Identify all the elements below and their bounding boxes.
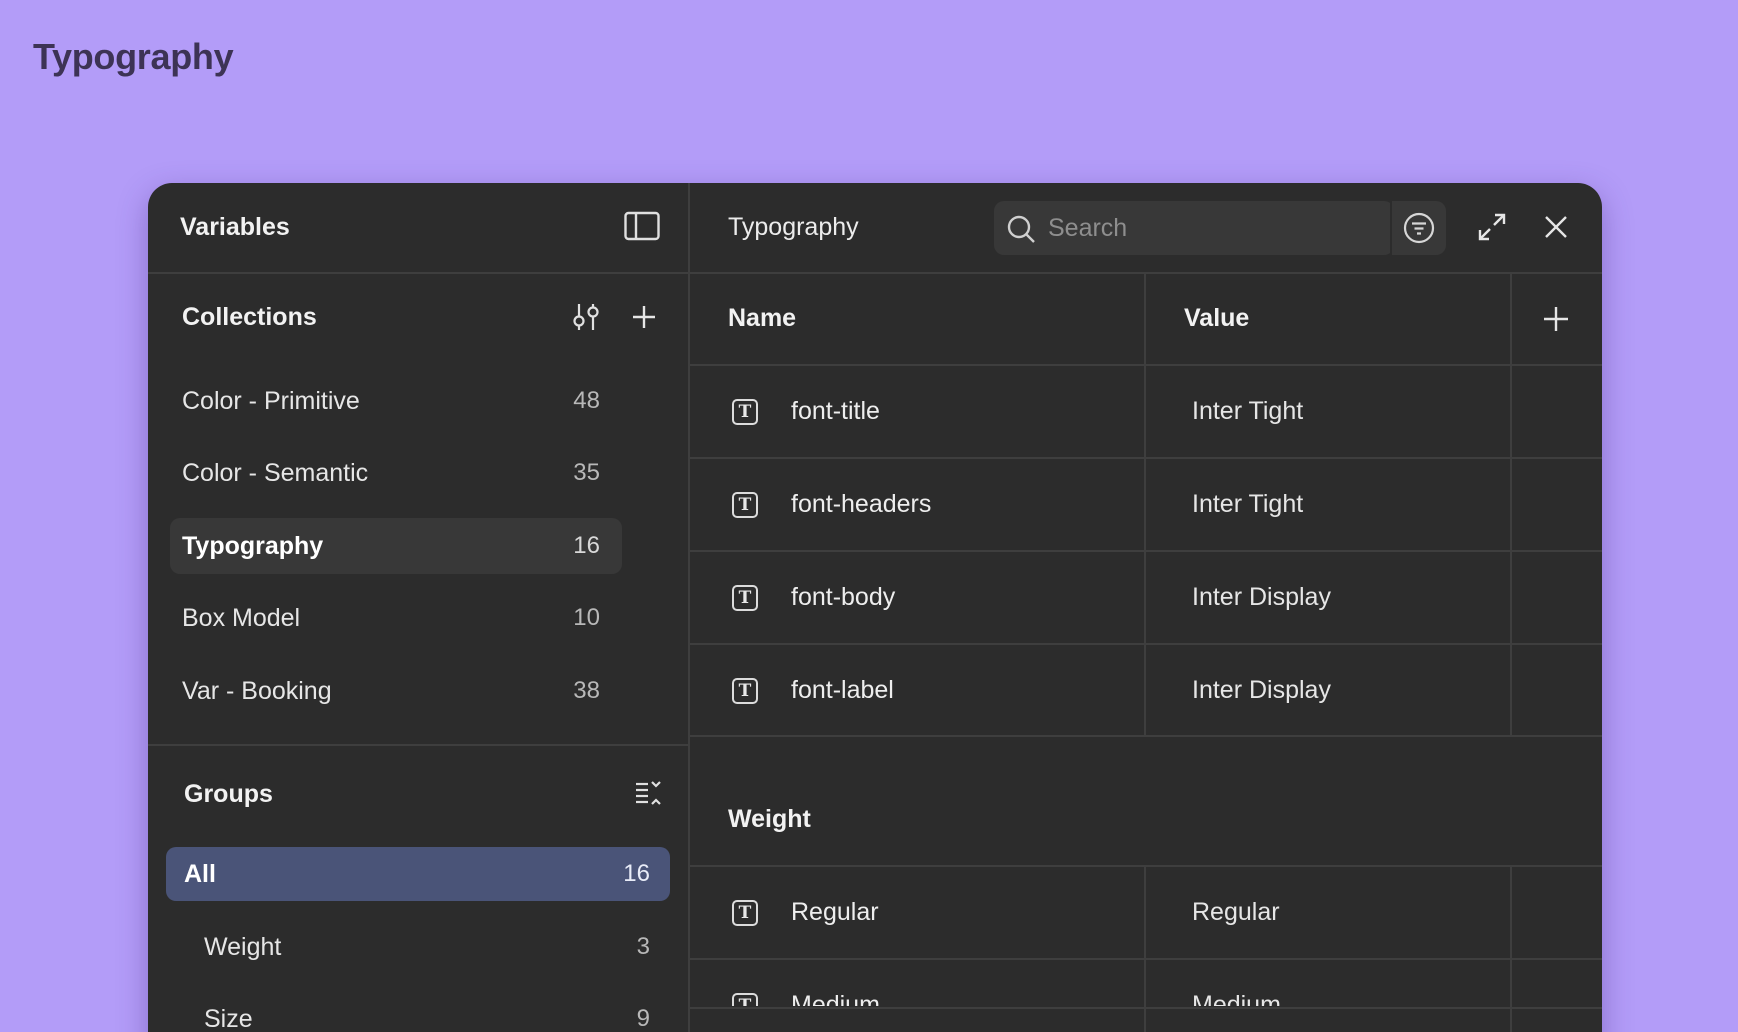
- variable-name[interactable]: font-label: [791, 676, 894, 705]
- variable-name[interactable]: Medium: [791, 991, 880, 1006]
- collection-count: 48: [573, 387, 600, 414]
- group-item-all[interactable]: All 16: [166, 847, 670, 901]
- group-count: 3: [636, 933, 650, 960]
- column-divider: [1144, 273, 1146, 735]
- column-divider: [1510, 273, 1512, 735]
- row-divider: [690, 865, 1602, 867]
- text-variable-icon: T: [732, 993, 758, 1006]
- row-divider: [690, 1007, 1602, 1009]
- filter-icon: [1403, 212, 1435, 244]
- header-divider: [148, 272, 1602, 274]
- groups-title: Groups: [184, 780, 273, 808]
- collection-count: 10: [573, 604, 600, 631]
- close-button[interactable]: [1538, 209, 1574, 245]
- collection-settings-button[interactable]: [568, 299, 604, 335]
- variable-value[interactable]: Medium: [1192, 991, 1281, 1006]
- search-input[interactable]: [1048, 201, 1368, 255]
- collection-count: 35: [573, 459, 600, 486]
- collection-label: Typography: [182, 531, 324, 560]
- group-count: 16: [623, 860, 650, 887]
- collection-label: Box Model: [182, 603, 301, 632]
- group-item-weight[interactable]: Weight 3: [166, 920, 670, 974]
- text-variable-icon: T: [732, 492, 758, 518]
- add-collection-button[interactable]: [626, 299, 662, 335]
- collection-label: Color - Primitive: [182, 386, 360, 415]
- variable-name[interactable]: Regular: [791, 898, 879, 927]
- variable-name[interactable]: font-body: [791, 583, 895, 612]
- collections-title: Collections: [182, 303, 317, 331]
- search-box: [994, 201, 1394, 255]
- row-divider: [690, 550, 1602, 552]
- filter-button[interactable]: [1390, 201, 1446, 255]
- collection-item[interactable]: Color - Primitive 48: [170, 373, 622, 429]
- canvas-background: Typography Variables Collections Color -…: [0, 0, 1738, 1032]
- variable-value[interactable]: Inter Display: [1192, 676, 1331, 705]
- sidebar-panel-icon: [624, 211, 660, 241]
- text-variable-icon: T: [732, 585, 758, 611]
- close-icon: [1545, 216, 1567, 238]
- text-variable-icon: T: [732, 399, 758, 425]
- collapse-groups-button[interactable]: [632, 775, 666, 811]
- collection-label: Var - Booking: [182, 676, 332, 705]
- variables-panel: Variables Collections Color - Primitive: [148, 183, 1602, 1032]
- table-row-clipped: T Medium Medium: [690, 960, 1602, 1006]
- variable-name[interactable]: font-title: [791, 397, 880, 426]
- row-divider: [690, 364, 1602, 366]
- sidebar-title: Variables: [180, 213, 290, 241]
- sidebar-divider: [688, 183, 690, 1032]
- collection-count: 38: [573, 677, 600, 704]
- text-variable-icon: T: [732, 678, 758, 704]
- variable-value[interactable]: Inter Tight: [1192, 490, 1303, 519]
- expand-button[interactable]: [1474, 209, 1510, 245]
- add-variable-button[interactable]: [1538, 301, 1574, 337]
- group-label: Size: [204, 1004, 253, 1032]
- row-divider: [690, 457, 1602, 459]
- row-divider: [690, 643, 1602, 645]
- sidebar-section-divider: [148, 744, 688, 746]
- sidebar-toggle-button[interactable]: [624, 211, 660, 241]
- search-icon: [1007, 215, 1035, 243]
- group-count: 9: [636, 1005, 650, 1032]
- row-divider: [690, 735, 1602, 737]
- text-variable-icon: T: [732, 900, 758, 926]
- group-label: All: [184, 859, 216, 888]
- variable-value[interactable]: Regular: [1192, 898, 1280, 927]
- list-collapse-icon: [636, 781, 661, 805]
- collection-label: Color - Semantic: [182, 458, 369, 487]
- group-header-weight: Weight: [728, 805, 811, 833]
- collection-count: 16: [573, 532, 600, 559]
- variable-value[interactable]: Inter Tight: [1192, 397, 1303, 426]
- collection-item[interactable]: Box Model 10: [170, 590, 622, 646]
- page-heading: Typography: [33, 36, 234, 77]
- collection-item-active[interactable]: Typography 16: [170, 518, 622, 574]
- column-header-name: Name: [728, 304, 797, 332]
- group-label: Weight: [204, 932, 282, 961]
- plus-icon: [633, 306, 655, 328]
- group-item-size[interactable]: Size 9: [166, 992, 670, 1032]
- sliders-icon: [573, 304, 599, 330]
- column-header-value: Value: [1184, 304, 1250, 332]
- collection-title: Typography: [728, 213, 859, 241]
- expand-icon: [1478, 213, 1506, 241]
- variable-name[interactable]: font-headers: [791, 490, 931, 519]
- plus-icon: [1544, 307, 1568, 331]
- collection-item[interactable]: Color - Semantic 35: [170, 445, 622, 501]
- variable-value[interactable]: Inter Display: [1192, 583, 1331, 612]
- collection-item[interactable]: Var - Booking 38: [170, 663, 622, 719]
